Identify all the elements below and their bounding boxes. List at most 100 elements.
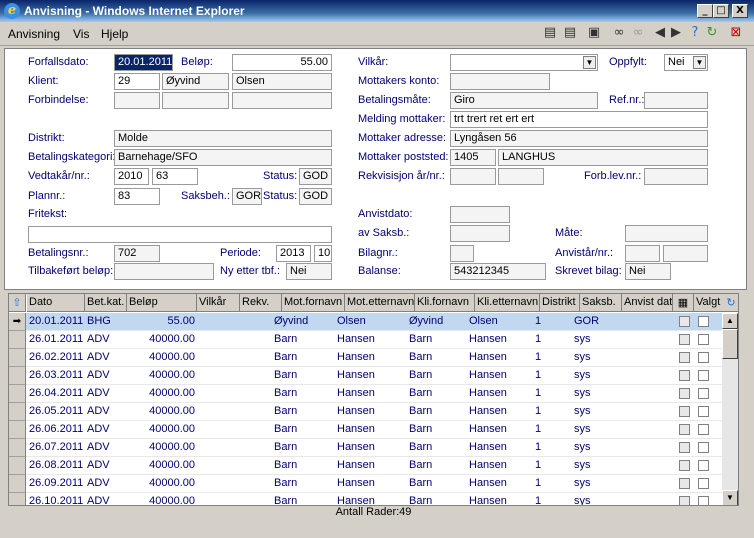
- col-vilkar[interactable]: Vilkår: [197, 294, 240, 312]
- col-motetternavn[interactable]: Mot.etternavn: [345, 294, 415, 312]
- table-row[interactable]: 26.08.2011 ADV 40000.00 Barn Hansen Barn Hanse…: [9, 457, 723, 475]
- col-betkat[interactable]: Bet.kat.: [85, 294, 127, 312]
- row-checkbox-grey[interactable]: [679, 460, 690, 471]
- table-row[interactable]: 26.02.2011 ADV 40000.00 Barn Hansen Barn Hanse…: [9, 349, 723, 367]
- periode-ar-field[interactable]: 2013: [276, 245, 311, 262]
- cell-distrikt: 1: [535, 405, 542, 417]
- valgt-checkbox[interactable]: [698, 442, 709, 453]
- close-window-button[interactable]: X: [732, 4, 748, 18]
- col-motfornavn[interactable]: Mot.fornavn: [282, 294, 345, 312]
- find-next-icon[interactable]: ∞: [629, 25, 647, 43]
- valgt-checkbox[interactable]: [698, 406, 709, 417]
- col-dato[interactable]: Dato: [27, 294, 85, 312]
- print-all-icon[interactable]: ▤: [561, 25, 579, 43]
- table-row[interactable]: ➡ 20.01.2011 BHG 55.00 Øyvind Olsen Øyvind Olse…: [9, 313, 723, 331]
- row-checkbox-grey[interactable]: [679, 478, 690, 489]
- belop-field[interactable]: 55.00: [232, 54, 332, 71]
- table-row[interactable]: 26.05.2011 ADV 40000.00 Barn Hansen Barn Hanse…: [9, 403, 723, 421]
- menu-anvisning[interactable]: Anvisning: [8, 27, 60, 41]
- vedtak-ar-field[interactable]: 2010: [114, 168, 149, 185]
- row-checkbox-grey[interactable]: [679, 352, 690, 363]
- row-header[interactable]: [9, 403, 26, 421]
- row-checkbox-grey[interactable]: [679, 370, 690, 381]
- row-header[interactable]: [9, 331, 26, 349]
- col-klietternavn[interactable]: Kli.etternavn: [475, 294, 540, 312]
- valgt-checkbox[interactable]: [698, 334, 709, 345]
- table-row[interactable]: 26.01.2011 ADV 40000.00 Barn Hansen Barn Hanse…: [9, 331, 723, 349]
- plannr-field[interactable]: 83: [114, 188, 160, 205]
- menu-vis[interactable]: Vis: [73, 27, 89, 41]
- col-belop[interactable]: Beløp: [127, 294, 197, 312]
- row-checkbox-grey[interactable]: [679, 388, 690, 399]
- table-row[interactable]: 26.04.2011 ADV 40000.00 Barn Hansen Barn Hanse…: [9, 385, 723, 403]
- label-anvistdato: Anvistdato:: [358, 208, 413, 220]
- table-row[interactable]: 26.10.2011 ADV 40000.00 Barn Hansen Barn Hanse…: [9, 493, 723, 506]
- valgt-checkbox[interactable]: [698, 478, 709, 489]
- next-icon[interactable]: ▶: [667, 25, 685, 43]
- current-row-arrow-icon[interactable]: ➡: [9, 313, 26, 331]
- col-rekv[interactable]: Rekv.: [240, 294, 282, 312]
- row-checkbox-grey[interactable]: [679, 334, 690, 345]
- row-header[interactable]: [9, 421, 26, 439]
- table-row[interactable]: 26.03.2011 ADV 40000.00 Barn Hansen Barn Hanse…: [9, 367, 723, 385]
- vedtak-nr-field[interactable]: 63: [152, 168, 198, 185]
- refresh-icon[interactable]: ↻: [703, 25, 721, 43]
- menu-hjelp[interactable]: Hjelp: [101, 27, 128, 41]
- row-header[interactable]: [9, 493, 26, 505]
- row-header[interactable]: [9, 367, 26, 385]
- scroll-thumb[interactable]: [722, 329, 738, 359]
- valgt-checkbox[interactable]: [698, 460, 709, 471]
- table-row[interactable]: 26.07.2011 ADV 40000.00 Barn Hansen Barn Hanse…: [9, 439, 723, 457]
- cell-motetternavn: Hansen: [337, 495, 375, 506]
- valgt-checkbox[interactable]: [698, 370, 709, 381]
- col-distrikt[interactable]: Distrikt: [540, 294, 580, 312]
- valgt-checkbox[interactable]: [698, 316, 709, 327]
- print-icon[interactable]: ▤: [541, 25, 559, 43]
- row-header[interactable]: [9, 349, 26, 367]
- binoculars-icon[interactable]: ∞: [610, 25, 628, 43]
- select-all-icon[interactable]: ▦: [673, 294, 694, 312]
- table-row[interactable]: 26.09.2011 ADV 40000.00 Barn Hansen Barn Hanse…: [9, 475, 723, 493]
- row-header[interactable]: [9, 439, 26, 457]
- poststed-field: LANGHUS: [498, 149, 708, 166]
- valgt-checkbox[interactable]: [698, 352, 709, 363]
- row-checkbox-grey[interactable]: [679, 442, 690, 453]
- help-icon[interactable]: ?: [686, 25, 704, 43]
- row-checkbox-grey[interactable]: [679, 406, 690, 417]
- klient-nr-field[interactable]: 29: [114, 73, 160, 90]
- row-checkbox-grey[interactable]: [679, 424, 690, 435]
- row-header[interactable]: [9, 457, 26, 475]
- row-header[interactable]: [9, 475, 26, 493]
- close-form-icon[interactable]: ⊠: [727, 25, 745, 43]
- refresh-grid-icon[interactable]: ↻: [723, 294, 738, 312]
- scroll-down-icon[interactable]: ▼: [722, 490, 738, 505]
- minimize-button[interactable]: _: [697, 4, 713, 18]
- col-saksb[interactable]: Saksb.: [580, 294, 622, 312]
- row-header[interactable]: [9, 385, 26, 403]
- data-grid: ⇧ Dato Bet.kat. Beløp Vilkår Rekv. Mot.fornav…: [8, 293, 739, 506]
- melding-field[interactable]: trt trert ret ert ert: [450, 111, 708, 128]
- label-nyetter: Ny etter tbf.:: [220, 265, 280, 277]
- valgt-checkbox[interactable]: [698, 388, 709, 399]
- valgt-checkbox[interactable]: [698, 496, 709, 505]
- row-checkbox-grey[interactable]: [679, 496, 690, 505]
- valgt-checkbox[interactable]: [698, 424, 709, 435]
- vertical-scrollbar[interactable]: ▲ ▼: [722, 313, 738, 505]
- save-icon[interactable]: ▣: [585, 25, 603, 43]
- vilkar-dropdown[interactable]: ▼: [450, 54, 598, 71]
- maximize-button[interactable]: □: [713, 4, 729, 18]
- scroll-up-icon[interactable]: ▲: [722, 313, 738, 329]
- anvistnr-field: [663, 245, 708, 262]
- periode-nr-field[interactable]: 10: [314, 245, 332, 262]
- sort-up-icon[interactable]: ⇧: [9, 294, 26, 312]
- table-row[interactable]: 26.06.2011 ADV 40000.00 Barn Hansen Barn Hanse…: [9, 421, 723, 439]
- oppfylt-dropdown[interactable]: Nei ▼: [664, 54, 708, 71]
- forfallsdato-field[interactable]: 20.01.2011: [114, 54, 173, 71]
- col-anvistdato[interactable]: Anvist dato: [622, 294, 673, 312]
- col-valgt[interactable]: Valgt: [694, 294, 724, 312]
- label-melding: Melding mottaker:: [358, 113, 446, 125]
- col-klifornavn[interactable]: Kli.fornavn: [415, 294, 475, 312]
- label-forbindelse: Forbindelse:: [28, 94, 89, 106]
- fritekst-field[interactable]: [28, 226, 332, 243]
- row-checkbox-grey[interactable]: [679, 316, 690, 327]
